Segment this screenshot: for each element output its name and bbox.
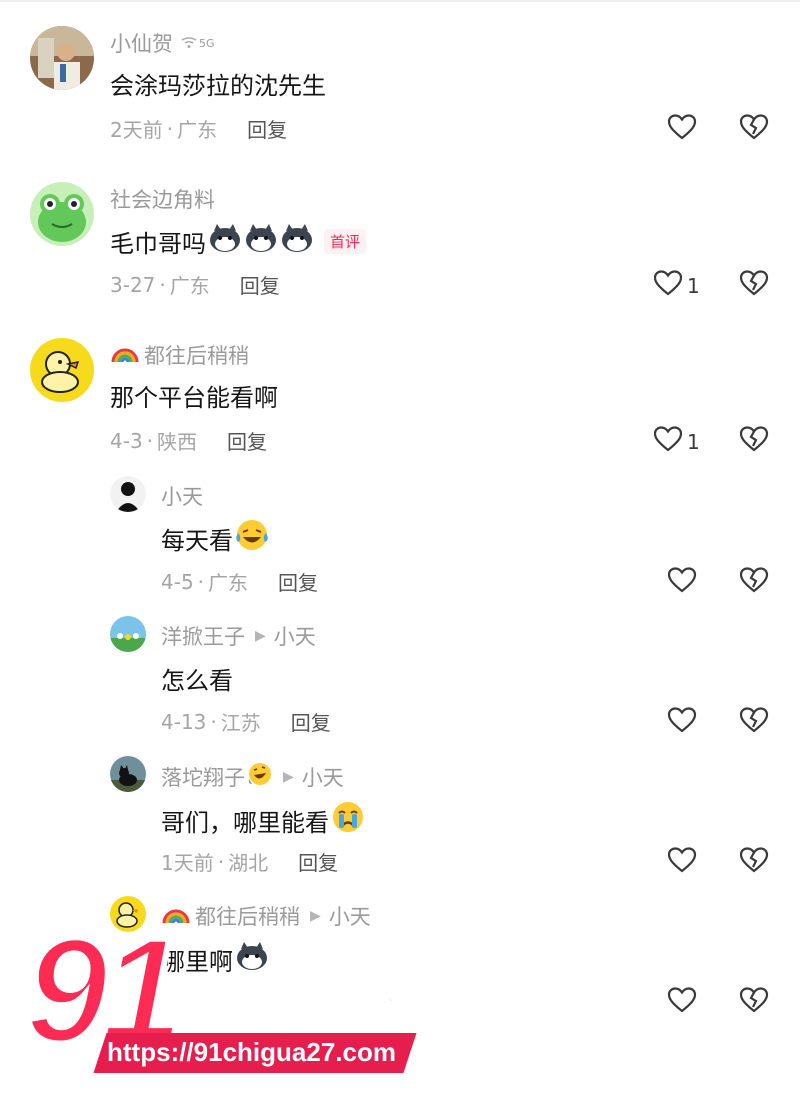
heart-icon	[667, 986, 697, 1019]
reply-button[interactable]: 回复	[298, 847, 338, 876]
like-count: 1	[687, 273, 700, 298]
reply-arrow-icon: ▶	[283, 768, 294, 785]
comment-meta: 2天前 · 广东 回复	[110, 114, 287, 143]
username[interactable]: 社会边角料	[110, 184, 215, 214]
reply-text: 怎么看	[161, 667, 233, 695]
reply-to-user[interactable]: 小天	[302, 762, 344, 792]
reply-text: 哥们，哪里能看	[161, 800, 365, 840]
heart-icon	[667, 566, 697, 599]
broken-heart-icon	[739, 426, 769, 457]
username-text: 都往后稍稍	[144, 344, 249, 368]
comment-meta: 3-27 · 广东 回复	[110, 270, 280, 299]
reply-time: 4-13	[161, 709, 207, 734]
broken-heart-icon	[739, 114, 769, 145]
like-button[interactable]: 1	[653, 425, 700, 458]
dislike-button[interactable]	[739, 986, 769, 1018]
comment-meta: 4-3 · 陕西 回复	[110, 426, 267, 455]
like-button[interactable]	[667, 706, 697, 739]
username[interactable]: 小仙贺 5G	[110, 28, 215, 58]
username[interactable]: 小天	[161, 481, 203, 511]
username-text: 洋掀王子	[161, 625, 245, 649]
heart-icon	[667, 113, 697, 146]
like-button[interactable]	[667, 566, 697, 599]
rainbow-icon	[110, 342, 140, 369]
comment-time: 3-27	[110, 272, 156, 297]
heart-icon	[653, 269, 683, 302]
dislike-button[interactable]	[739, 566, 769, 598]
comment-location: 广东	[169, 274, 210, 298]
heart-icon	[653, 425, 683, 458]
signal-icon: 5G	[181, 37, 215, 50]
reply-location: 江苏	[220, 711, 261, 735]
username[interactable]: 洋掀王子 ▶ 小天	[161, 621, 316, 651]
username[interactable]: 落坨翔子 ▶ 小天	[161, 761, 344, 792]
dislike-button[interactable]	[739, 113, 769, 145]
avatar[interactable]	[30, 26, 94, 90]
crying-emoji-icon	[331, 800, 365, 840]
username[interactable]: 都往后稍稍	[110, 340, 249, 370]
reply-text-content: 哥们，哪里能看	[161, 808, 329, 837]
dislike-button[interactable]	[739, 425, 769, 457]
reply-button[interactable]: 回复	[291, 707, 331, 736]
signal-label: 5G	[199, 36, 215, 50]
avatar[interactable]	[110, 756, 146, 792]
reply-button[interactable]: 回复	[247, 114, 287, 143]
avatar[interactable]	[110, 616, 146, 652]
reply-meta: 4-5 · 广东 回复	[161, 567, 318, 596]
reply-time: 4-5	[161, 569, 194, 594]
comment-location: 广东	[177, 118, 218, 142]
reply-to-user[interactable]: 小天	[274, 621, 316, 651]
comment-text: 毛巾哥吗 首评	[110, 222, 367, 260]
husky-emoji-icon	[208, 222, 316, 260]
comment-text-content: 毛巾哥吗	[110, 229, 206, 258]
dislike-button[interactable]	[739, 269, 769, 301]
dislike-button[interactable]	[739, 706, 769, 738]
comment-text: 那个平台能看啊	[110, 384, 278, 412]
avatar[interactable]	[30, 338, 94, 402]
dislike-button[interactable]	[739, 846, 769, 878]
reply-meta: 4-13 · 江苏 回复	[161, 707, 331, 736]
broken-heart-icon	[739, 987, 769, 1018]
broken-heart-icon	[739, 567, 769, 598]
like-button[interactable]: 1	[653, 269, 700, 302]
reply-text-content: 每天看	[161, 526, 233, 555]
avatar[interactable]	[30, 182, 94, 246]
broken-heart-icon	[739, 270, 769, 301]
laughing-crying-emoji-icon	[235, 518, 269, 558]
like-button[interactable]	[667, 846, 697, 879]
like-button[interactable]	[667, 986, 697, 1019]
comment-time: 4-3	[110, 428, 143, 453]
reply-time: 1天前	[161, 851, 214, 875]
watermark-url: https://91chigua27.com	[107, 1037, 396, 1067]
reply-location: 广东	[208, 571, 249, 595]
first-comment-badge: 首评	[324, 228, 367, 254]
heart-icon	[667, 706, 697, 739]
reply-text: 每天看	[161, 518, 269, 558]
reply-button[interactable]: 回复	[227, 426, 267, 455]
comment-text: 会涂玛莎拉的沈先生	[110, 72, 326, 100]
reply-meta: 1天前 · 湖北 回复	[161, 847, 338, 876]
reply-button[interactable]: 回复	[240, 270, 280, 299]
rolling-laughing-emoji-icon	[247, 761, 273, 792]
comment-location: 陕西	[157, 430, 198, 454]
broken-heart-icon	[739, 847, 769, 878]
reply-button[interactable]: 回复	[278, 567, 318, 596]
avatar[interactable]	[110, 476, 146, 512]
comment-time: 2天前	[110, 118, 163, 142]
top-divider	[0, 0, 800, 2]
username-text: 小仙贺	[110, 32, 173, 56]
like-count: 1	[687, 429, 700, 454]
username-text: 落坨翔子	[161, 765, 245, 790]
heart-icon	[667, 846, 697, 879]
broken-heart-icon	[739, 707, 769, 738]
watermark-logo: 91 吃瓜中心 https://91chigua27.com	[22, 912, 425, 1085]
reply-location: 湖北	[228, 851, 269, 875]
reply-arrow-icon: ▶	[255, 628, 266, 644]
like-button[interactable]	[667, 113, 697, 146]
